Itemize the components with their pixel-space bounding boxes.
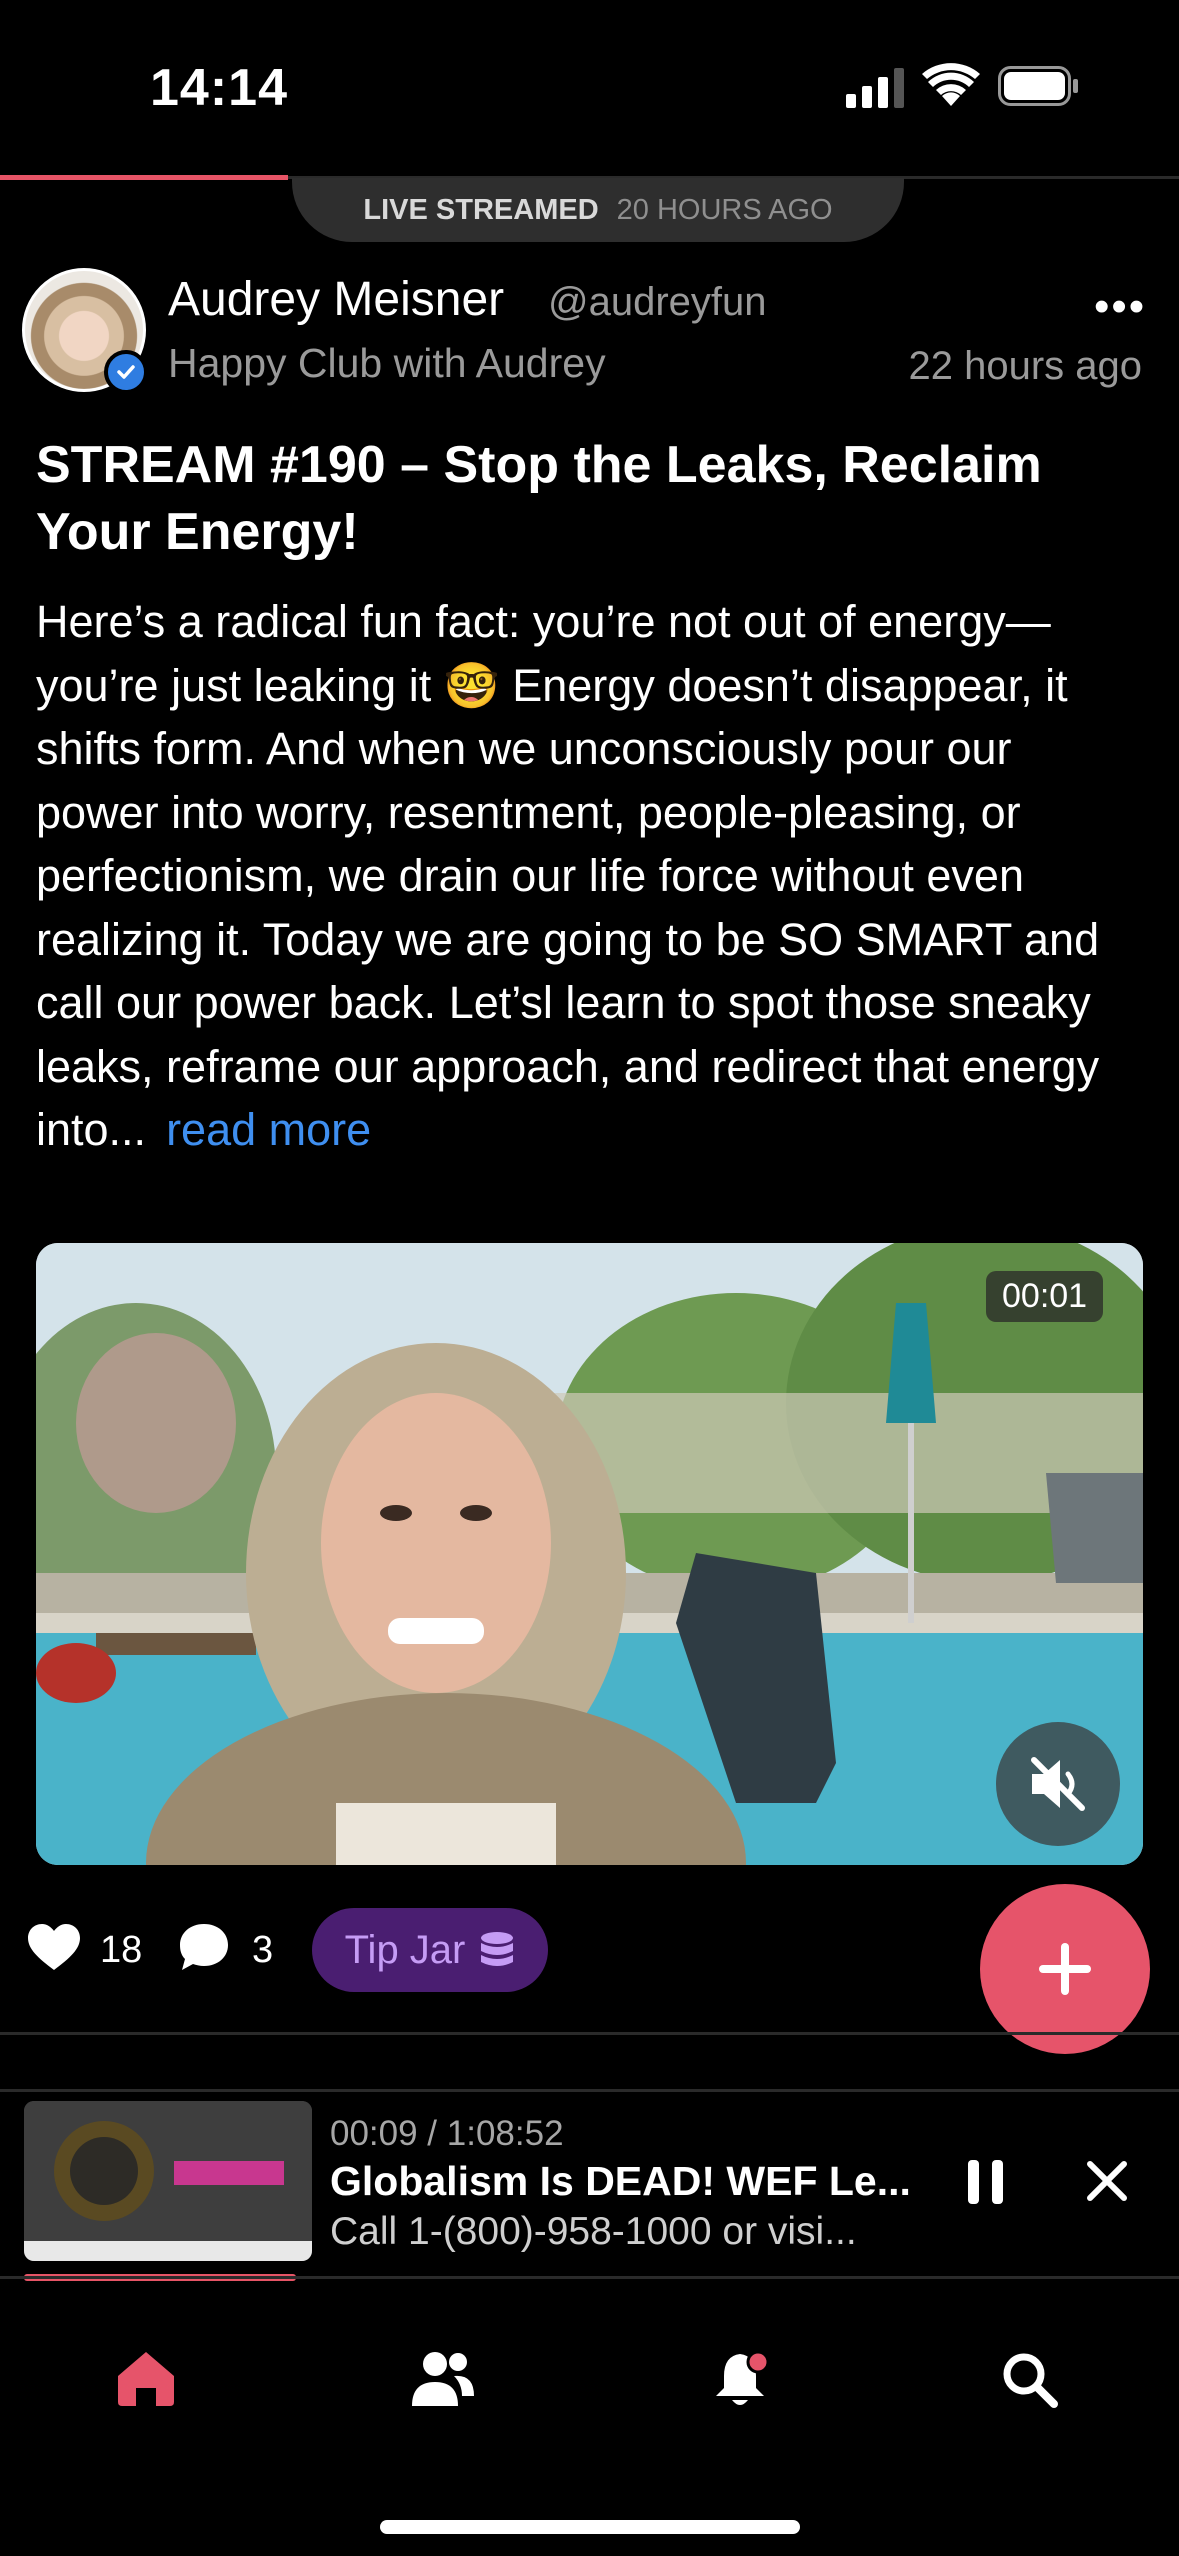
verified-badge-icon (104, 350, 148, 394)
live-streamed-time: 20 HOURS AGO (616, 193, 833, 226)
home-icon[interactable] (116, 2350, 176, 2408)
post-title: STREAM #190 – Stop the Leaks, Reclaim Yo… (36, 436, 1042, 561)
video-frame (36, 1243, 1143, 1865)
mini-player-subtitle[interactable]: Call 1-(800)-958-1000 or visi... (330, 2210, 857, 2254)
post-timestamp: 22 hours ago (908, 344, 1142, 388)
club-name[interactable]: Happy Club with Audrey (168, 340, 606, 387)
people-icon[interactable] (410, 2350, 476, 2408)
video-player[interactable] (36, 1243, 1143, 1865)
create-post-button[interactable] (980, 1884, 1150, 2054)
read-more-link[interactable]: read more (166, 1104, 371, 1155)
post-body-text: Here’s a radical fun fact: you’re not ou… (36, 596, 1100, 1155)
bell-icon[interactable] (712, 2350, 774, 2410)
more-options-icon[interactable]: ••• (1094, 282, 1146, 332)
like-count: 18 (100, 1929, 143, 1971)
tab-bar-divider (0, 2276, 1179, 2279)
author-handle[interactable]: @audreyfun (548, 280, 767, 325)
search-icon[interactable] (1000, 2350, 1060, 2410)
battery-icon (998, 66, 1078, 106)
wifi-icon (922, 63, 980, 106)
feed-divider (0, 2032, 1179, 2035)
mini-player-time: 00:09 / 1:08:52 (330, 2114, 564, 2153)
live-streamed-banner: LIVE STREAMED 20 HOURS AGO (292, 178, 904, 242)
mini-player-thumbnail[interactable] (24, 2101, 312, 2261)
author-name[interactable]: Audrey Meisner (168, 272, 504, 327)
post-body: Here’s a radical fun fact: you’re not ou… (36, 590, 1146, 1162)
home-indicator[interactable] (380, 2520, 800, 2534)
scroll-progress-bar (0, 175, 288, 180)
mute-toggle-button[interactable] (996, 1722, 1120, 1846)
comment-count: 3 (252, 1929, 274, 1971)
pause-icon[interactable] (966, 2158, 1006, 2206)
close-icon[interactable] (1086, 2160, 1128, 2202)
thumbnail-artwork (24, 2101, 312, 2261)
player-divider (0, 2089, 1179, 2092)
coins-icon (481, 1932, 514, 1966)
mini-player-title[interactable]: Globalism Is DEAD! WEF Le... (330, 2158, 911, 2205)
heart-icon[interactable] (28, 1924, 80, 1972)
tip-jar-label: Tip Jar (344, 1927, 466, 1972)
notification-badge (746, 2350, 770, 2374)
status-time: 14:14 (150, 59, 288, 117)
cellular-signal-icon (846, 68, 904, 108)
live-streamed-label: LIVE STREAMED (363, 193, 599, 226)
plus-icon (1039, 1943, 1091, 1995)
video-timer: 00:01 (986, 1271, 1104, 1322)
comment-icon[interactable] (178, 1922, 230, 1972)
tip-jar-button[interactable]: Tip Jar (312, 1908, 548, 1992)
speaker-muted-icon (1031, 1757, 1085, 1811)
